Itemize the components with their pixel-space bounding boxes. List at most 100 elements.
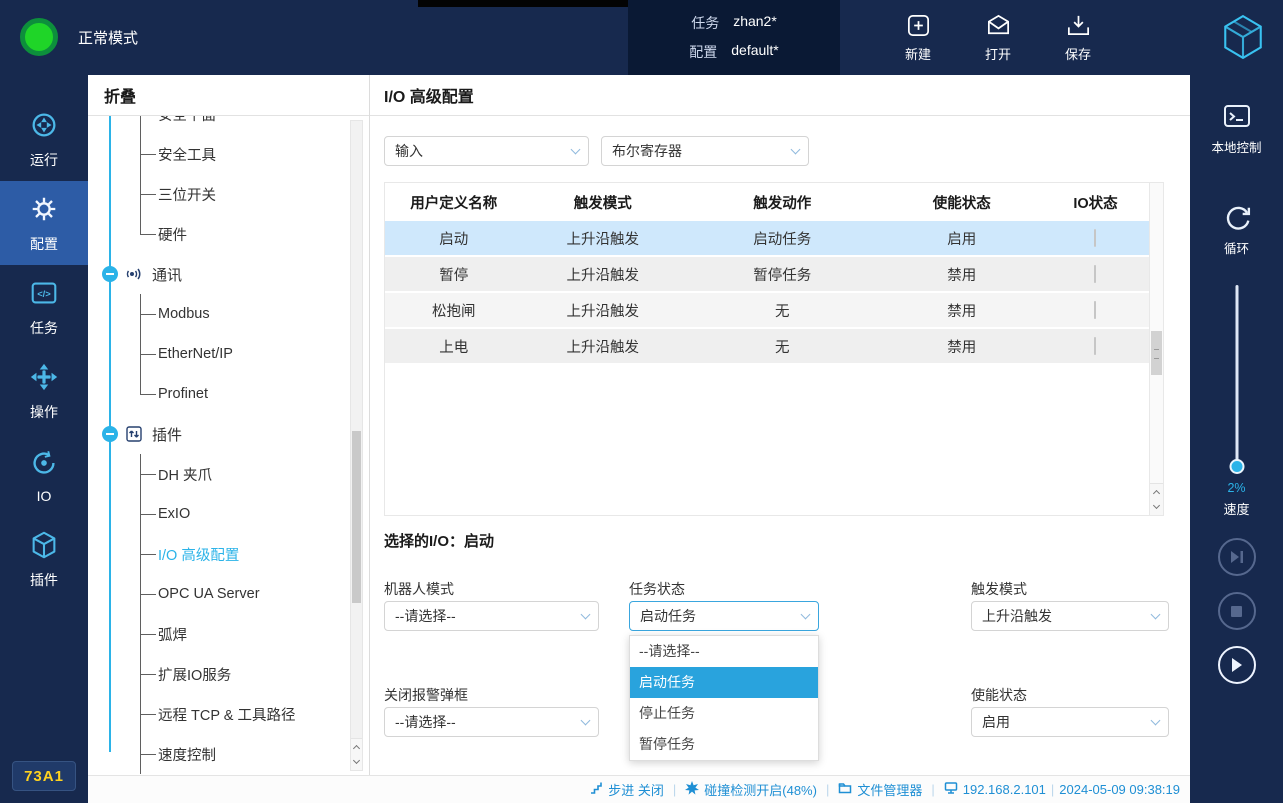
tree-item-speed-control[interactable]: 速度控制 (88, 734, 369, 774)
trigger-mode-select[interactable]: 上升沿触发 (971, 601, 1169, 631)
chevron-up-icon (353, 744, 360, 751)
dropdown-option[interactable]: 暂停任务 (630, 729, 818, 760)
move-arrows-icon (28, 361, 60, 396)
table-row[interactable]: 上电 上升沿触发 无 禁用 (385, 329, 1149, 365)
tree-connector (140, 754, 156, 755)
top-bar: 正常模式 任务 zhan2* 配置 default* 新建 打开 保存 (0, 0, 1283, 75)
tree-item-hardware[interactable]: 硬件 (88, 214, 369, 254)
tree-item-modbus[interactable]: Modbus (88, 294, 369, 334)
collapse-minus-icon[interactable] (102, 426, 118, 442)
scroll-down-button[interactable] (1150, 499, 1163, 515)
local-control-button[interactable] (1222, 101, 1252, 136)
cell-trigger-mode: 上升沿触发 (523, 336, 683, 357)
scroll-down-button[interactable] (351, 754, 362, 770)
tree-scrollbar[interactable] (350, 120, 363, 771)
scroll-up-button[interactable] (1150, 483, 1163, 499)
loop-label: 循环 (1190, 238, 1283, 257)
register-type-select[interactable]: 布尔寄存器 (601, 136, 809, 166)
open-label: 打开 (985, 44, 1011, 63)
sidebar-item-plugin[interactable]: 插件 (0, 517, 88, 601)
play-button[interactable] (1218, 646, 1256, 684)
robot-mode-select[interactable]: --请选择-- (384, 601, 599, 631)
save-icon (1065, 12, 1092, 39)
sidebar-item-task[interactable]: </> 任务 (0, 265, 88, 349)
io-type-select[interactable]: 输入 (384, 136, 589, 166)
sidebar-item-config[interactable]: 配置 (0, 181, 88, 265)
separator: | (931, 782, 934, 797)
task-value: zhan2* (733, 13, 777, 33)
file-manager-button[interactable]: 文件管理器 (838, 780, 922, 799)
tree-item-communication[interactable]: 通讯 (88, 254, 369, 294)
io-state-checkbox[interactable] (1094, 229, 1096, 247)
sidebar-label-run: 运行 (30, 150, 58, 170)
table-scrollbar-thumb[interactable] (1151, 331, 1162, 375)
dropdown-option[interactable]: --请选择-- (630, 636, 818, 667)
skip-to-end-button[interactable] (1218, 538, 1256, 576)
io-state-checkbox[interactable] (1094, 265, 1096, 283)
table-row[interactable]: 暂停 上升沿触发 暂停任务 禁用 (385, 257, 1149, 293)
save-button[interactable]: 保存 (1048, 12, 1108, 63)
dropdown-option-selected[interactable]: 启动任务 (630, 667, 818, 698)
close-alarm-select[interactable]: --请选择-- (384, 707, 599, 737)
enable-state-select[interactable]: 启用 (971, 707, 1169, 737)
sidebar-item-io[interactable]: IO (0, 433, 88, 517)
cell-name: 启动 (385, 228, 523, 249)
collision-status[interactable]: 碰撞检测开启(48%) (685, 780, 817, 799)
tree-item-ethernet-ip[interactable]: EtherNet/IP (88, 334, 369, 374)
separator: | (826, 782, 829, 797)
scroll-up-button[interactable] (351, 738, 362, 754)
task-state-select[interactable]: 启动任务 (629, 601, 819, 631)
stop-button[interactable] (1218, 592, 1256, 630)
sidebar-item-operate[interactable]: 操作 (0, 349, 88, 433)
tree-item-opc-ua-server[interactable]: OPC UA Server (88, 574, 369, 614)
collapse-minus-icon[interactable] (102, 266, 118, 282)
speed-slider-track[interactable] (1235, 285, 1238, 467)
step-status[interactable]: 步进 关闭 (589, 780, 664, 799)
tree-item-label: DH 夹爪 (158, 464, 212, 485)
open-button[interactable]: 打开 (968, 12, 1028, 63)
tree-item-remote-tcp-toolpath[interactable]: 远程 TCP & 工具路径 (88, 694, 369, 734)
cell-trigger-mode: 上升沿触发 (523, 264, 683, 285)
io-type-value: 输入 (385, 141, 562, 161)
tree-item-safety-plane[interactable]: 安全平面 (88, 116, 369, 134)
tree-item-safety-tool[interactable]: 安全工具 (88, 134, 369, 174)
task-state-dropdown-menu: --请选择-- 启动任务 停止任务 暂停任务 (629, 635, 819, 761)
sidebar-label-config: 配置 (30, 234, 58, 254)
chevron-down-icon (572, 708, 598, 736)
tree-connector (140, 314, 156, 315)
tree-item-extended-io-service[interactable]: 扩展IO服务 (88, 654, 369, 694)
trigger-mode-label: 触发模式 (971, 579, 1027, 599)
io-state-checkbox[interactable] (1094, 337, 1096, 355)
io-state-checkbox[interactable] (1094, 301, 1096, 319)
tree-item-three-position-switch[interactable]: 三位开关 (88, 174, 369, 214)
tree-item-dh-gripper[interactable]: DH 夹爪 (88, 454, 369, 494)
table-row[interactable]: 启动 上升沿触发 启动任务 启用 (385, 221, 1149, 257)
tree-item-arc-welding[interactable]: 弧焊 (88, 614, 369, 654)
new-button[interactable]: 新建 (888, 12, 948, 63)
tree-item-profinet[interactable]: Profinet (88, 374, 369, 414)
loop-button[interactable] (1220, 201, 1253, 239)
tree-scrollbar-thumb[interactable] (352, 431, 361, 603)
dropdown-option[interactable]: 停止任务 (630, 698, 818, 729)
table-scrollbar[interactable] (1149, 183, 1163, 515)
tree-item-io-advanced-config[interactable]: I/O 高级配置 (88, 534, 369, 574)
tree-connector (140, 634, 156, 635)
tree-item-exio[interactable]: ExIO (88, 494, 369, 534)
io-table: 用户定义名称 触发模式 触发动作 使能状态 IO状态 启动 上升沿触发 启动任务… (384, 182, 1164, 516)
cell-enable-state: 启用 (882, 228, 1042, 249)
table-row[interactable]: 松抱闸 上升沿触发 无 禁用 (385, 293, 1149, 329)
config-tree-panel: 折叠 安全平面 安全工具 三位开关 硬件 通讯 Modbus EtherNe (88, 75, 370, 775)
speed-slider-thumb[interactable] (1229, 459, 1244, 474)
tree-collapse-button[interactable]: 折叠 (88, 75, 369, 116)
task-config-panel[interactable]: 任务 zhan2* 配置 default* (628, 0, 840, 75)
network-icon (944, 781, 958, 798)
sidebar-label-plugin: 插件 (30, 570, 58, 590)
tree-item-label: 硬件 (158, 224, 187, 245)
sidebar-item-run[interactable]: 运行 (0, 97, 88, 181)
tree-item-plugins[interactable]: 插件 (88, 414, 369, 454)
robot-id-badge[interactable]: 73A1 (12, 761, 76, 791)
chevron-up-icon (1153, 489, 1160, 496)
new-icon (905, 12, 932, 39)
robot-mode-label: 机器人模式 (384, 579, 454, 599)
speed-value: 2% (1190, 481, 1283, 495)
